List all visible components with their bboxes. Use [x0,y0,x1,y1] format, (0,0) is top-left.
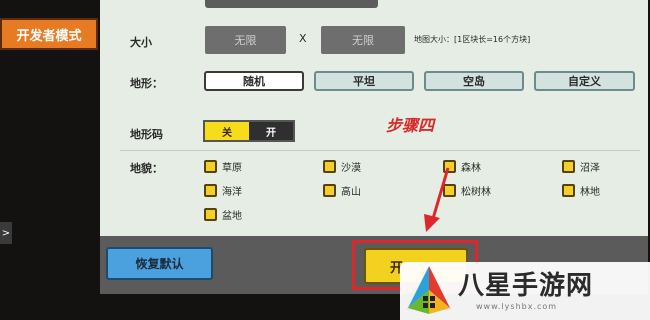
watermark-url: www.lyshbx.com [476,302,558,311]
watermark-logo-icon [406,266,452,314]
watermark-title: 八星手游网 [458,271,594,301]
